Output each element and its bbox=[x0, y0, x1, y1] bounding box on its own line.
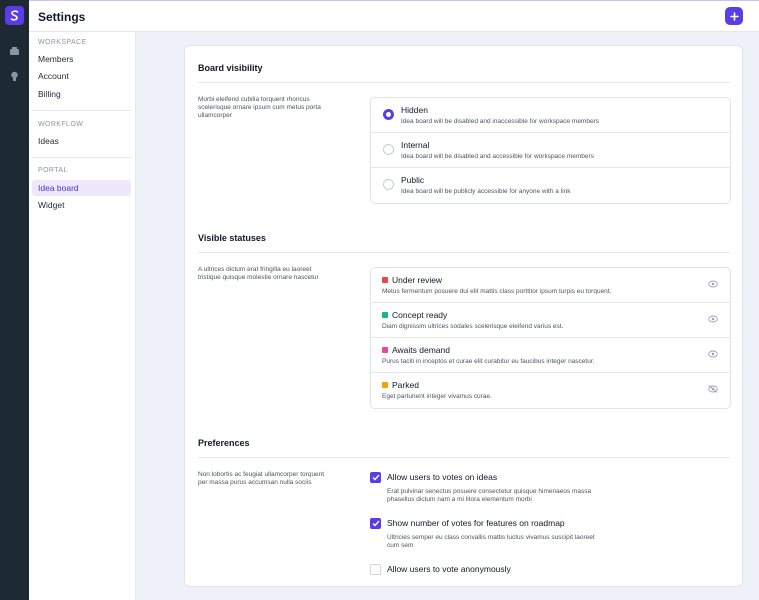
status-label: Under review bbox=[392, 275, 443, 285]
status-description: Eget parturient integer vivamus curae. bbox=[382, 393, 492, 400]
eye-icon[interactable] bbox=[708, 315, 718, 323]
checkbox-checked[interactable] bbox=[370, 518, 381, 529]
status-label: Concept ready bbox=[392, 310, 448, 320]
visibility-description: Morbi eleifend cubilia torquent rhoncus … bbox=[198, 96, 321, 119]
inbox-icon[interactable] bbox=[8, 44, 21, 57]
radio-selected[interactable] bbox=[383, 109, 394, 120]
status-row-parked: Parked Eget parturient integer vivamus c… bbox=[371, 373, 730, 408]
section-head-workflow: WORKFLOW bbox=[38, 121, 84, 128]
divider bbox=[198, 82, 730, 83]
section-title-preferences: Preferences bbox=[198, 438, 250, 448]
sidebar-item-ideas[interactable]: Ideas bbox=[32, 133, 131, 149]
app-rail bbox=[0, 0, 29, 600]
option-label: Hidden bbox=[401, 105, 428, 115]
preferences-description: Non lobortis ac feugiat ullamcorper torq… bbox=[198, 471, 325, 486]
logo-icon bbox=[10, 10, 19, 21]
status-row-awaits-demand: Awaits demand Purus taciti in inceptos e… bbox=[371, 338, 730, 373]
divider bbox=[198, 252, 730, 253]
status-row-concept-ready: Concept ready Diam dignissim ultrices so… bbox=[371, 303, 730, 338]
status-description: Diam dignissim ultrices sodales sceleris… bbox=[382, 323, 564, 330]
status-label: Awaits demand bbox=[392, 345, 450, 355]
sidebar-item-widget[interactable]: Widget bbox=[32, 197, 131, 213]
app-logo[interactable] bbox=[5, 6, 24, 25]
check-icon bbox=[372, 520, 380, 527]
visibility-options: Hidden Idea board will be disabled and i… bbox=[370, 97, 731, 204]
sidebar-item-account[interactable]: Account bbox=[32, 68, 131, 84]
section-head-portal: PORTAL bbox=[38, 167, 68, 174]
add-button[interactable] bbox=[725, 7, 743, 25]
eye-off-icon[interactable] bbox=[708, 385, 718, 393]
pref-description: Ultricies semper eu class convallis matt… bbox=[387, 534, 595, 549]
status-color-dot bbox=[382, 382, 388, 388]
pref-label: Allow users to vote anonymously bbox=[387, 564, 511, 574]
option-label: Public bbox=[401, 175, 425, 185]
option-label: Internal bbox=[401, 140, 430, 150]
settings-card: Board visibility Morbi eleifend cubilia … bbox=[184, 45, 743, 587]
status-list: Under review Metus fermentum posuere dui… bbox=[370, 267, 731, 409]
sidebar-item-billing[interactable]: Billing bbox=[32, 86, 131, 102]
pref-description: Erat pulvinar senectus posuere consectet… bbox=[387, 488, 592, 503]
top-bar: Settings bbox=[29, 0, 759, 32]
eye-icon[interactable] bbox=[708, 350, 718, 358]
section-head-workspace: WORKSPACE bbox=[38, 39, 87, 46]
checkbox-unchecked[interactable] bbox=[370, 564, 381, 575]
divider bbox=[32, 110, 131, 111]
radio-unselected[interactable] bbox=[383, 144, 394, 155]
visibility-option-internal[interactable]: Internal Idea board will be disabled and… bbox=[371, 133, 730, 168]
option-description: Idea board will be disabled and accessib… bbox=[401, 153, 594, 160]
plus-icon bbox=[729, 11, 739, 21]
visibility-option-public[interactable]: Public Idea board will be publicly acces… bbox=[371, 168, 730, 203]
statuses-description: A ultrices dictum erat fringilla eu laor… bbox=[198, 266, 319, 281]
status-color-dot bbox=[382, 347, 388, 353]
section-title-statuses: Visible statuses bbox=[198, 233, 266, 243]
divider bbox=[198, 457, 730, 458]
divider bbox=[32, 157, 131, 158]
eye-icon[interactable] bbox=[708, 280, 718, 288]
status-description: Metus fermentum posuere dui elit mattis … bbox=[382, 288, 612, 295]
status-label: Parked bbox=[392, 380, 419, 390]
status-color-dot bbox=[382, 277, 388, 283]
section-title-visibility: Board visibility bbox=[198, 63, 263, 73]
page-title: Settings bbox=[38, 10, 86, 24]
option-description: Idea board will be disabled and inaccess… bbox=[401, 118, 599, 125]
sidebar-item-idea-board[interactable]: Idea board bbox=[32, 180, 131, 196]
pref-label: Show number of votes for features on roa… bbox=[387, 518, 565, 528]
sidebar-item-members[interactable]: Members bbox=[32, 51, 131, 67]
lightbulb-icon[interactable] bbox=[8, 70, 21, 83]
status-description: Purus taciti in inceptos et curae elit c… bbox=[382, 358, 595, 365]
pref-label: Allow users to votes on ideas bbox=[387, 472, 498, 482]
status-color-dot bbox=[382, 312, 388, 318]
settings-sidebar: WORKSPACE Members Account Billing WORKFL… bbox=[29, 32, 136, 600]
option-description: Idea board will be publicly accessible f… bbox=[401, 188, 571, 195]
status-row-under-review: Under review Metus fermentum posuere dui… bbox=[371, 268, 730, 303]
check-icon bbox=[372, 474, 380, 481]
checkbox-checked[interactable] bbox=[370, 472, 381, 483]
radio-unselected[interactable] bbox=[383, 179, 394, 190]
visibility-option-hidden[interactable]: Hidden Idea board will be disabled and i… bbox=[371, 98, 730, 133]
